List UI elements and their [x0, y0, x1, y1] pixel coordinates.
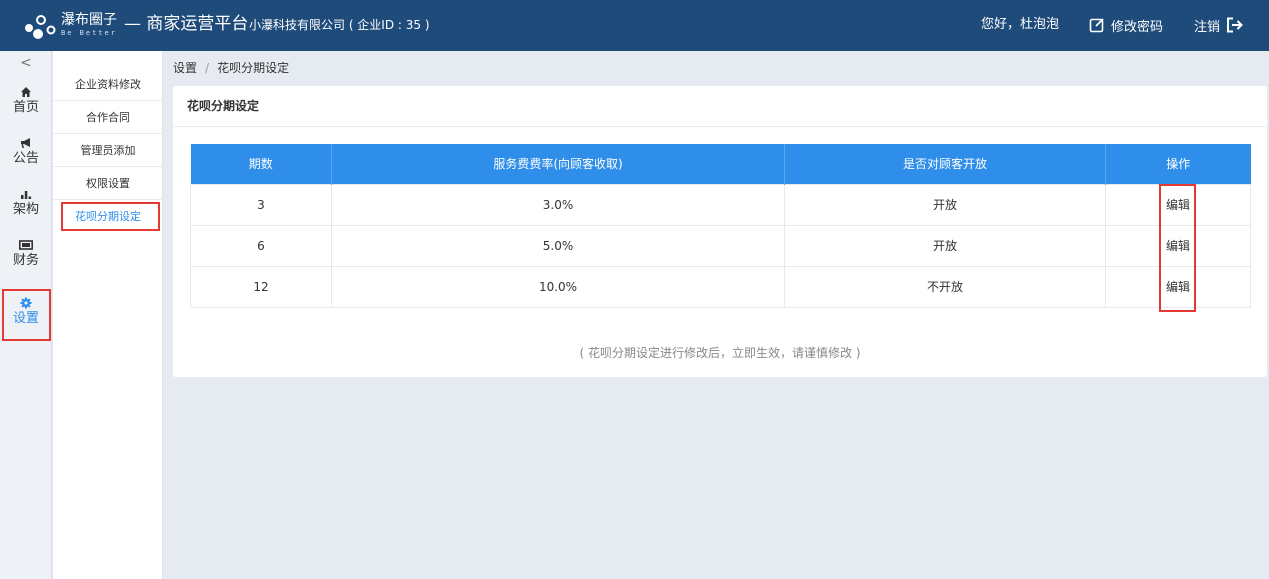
- logo-text: 瀑布圈子: [61, 12, 117, 28]
- rail-label-settings: 设置: [12, 311, 39, 326]
- rail-item-finance[interactable]: 财务: [0, 238, 52, 269]
- breadcrumb-separator: /: [205, 61, 210, 75]
- megaphone-icon: [21, 138, 30, 148]
- cell-open: 不开放: [784, 265, 1106, 308]
- card-divider: [173, 126, 1267, 127]
- logo-icon: [25, 15, 56, 39]
- logo-subtitle: Be Better: [61, 29, 117, 37]
- home-icon: [21, 87, 31, 97]
- rail-label-structure: 架构: [12, 202, 39, 217]
- rail-item-home[interactable]: 首页: [0, 85, 52, 116]
- cell-rate: 10.0%: [331, 265, 785, 308]
- breadcrumb-current: 花呗分期设定: [217, 61, 290, 75]
- edit-link[interactable]: 编辑: [1166, 280, 1190, 294]
- rail-label-home: 首页: [12, 100, 39, 115]
- table-row: 12 10.0% 不开放 编辑: [190, 265, 1251, 308]
- rail-item-settings[interactable]: 设置: [0, 296, 52, 327]
- breadcrumb: 设置 / 花呗分期设定: [173, 60, 289, 76]
- logout-label: 注销: [1194, 19, 1221, 35]
- header-rate: 服务费费率(向顾客收取): [331, 144, 785, 184]
- submenu-item-permissions[interactable]: 权限设置: [53, 167, 163, 200]
- header-action: 操作: [1105, 144, 1251, 184]
- cell-rate: 5.0%: [331, 224, 785, 267]
- edit-link[interactable]: 编辑: [1166, 239, 1190, 253]
- submenu-item-company-info[interactable]: 企业资料修改: [53, 68, 163, 101]
- card-title: 花呗分期设定: [187, 99, 260, 113]
- settings-submenu: 企业资料修改 合作合同 管理员添加 权限设置 花呗分期设定: [53, 51, 163, 579]
- top-header: 瀑布圈子 Be Better — 商家运营平台 小瀑科技有限公司 ( 企业ID …: [0, 0, 1269, 51]
- cell-open: 开放: [784, 183, 1106, 226]
- table-row: 3 3.0% 开放 编辑: [190, 183, 1251, 226]
- installment-table: 期数 服务费费率(向顾客收取) 是否对顾客开放 操作 3 3.0% 开放 编辑 …: [190, 144, 1251, 308]
- user-greeting: 您好，杜泡泡: [981, 17, 1060, 32]
- rail-item-structure[interactable]: 架构: [0, 187, 52, 218]
- rail-item-announcement[interactable]: 公告: [0, 136, 52, 167]
- change-password-button[interactable]: 修改密码: [1089, 14, 1163, 36]
- cell-action: 编辑: [1105, 265, 1251, 308]
- icon-rail: < 首页 公告 架构 财务 设置: [0, 51, 52, 579]
- submenu-item-contract[interactable]: 合作合同: [53, 101, 163, 134]
- logout-icon: [1227, 17, 1243, 33]
- logout-button[interactable]: 注销: [1194, 14, 1244, 36]
- company-info: 小瀑科技有限公司 ( 企业ID : 35 ): [249, 18, 430, 32]
- edit-icon: [1089, 18, 1104, 33]
- table-header-row: 期数 服务费费率(向顾客收取) 是否对顾客开放 操作: [190, 144, 1251, 184]
- submenu-item-installment[interactable]: 花呗分期设定: [53, 200, 163, 233]
- rail-label-finance: 财务: [12, 253, 39, 268]
- submenu-item-add-admin[interactable]: 管理员添加: [53, 134, 163, 167]
- gear-icon: [20, 297, 32, 309]
- money-icon: [19, 240, 33, 250]
- cell-rate: 3.0%: [331, 183, 785, 226]
- header-open: 是否对顾客开放: [784, 144, 1106, 184]
- change-password-label: 修改密码: [1111, 19, 1164, 35]
- cell-period: 6: [190, 224, 332, 267]
- cell-open: 开放: [784, 224, 1106, 267]
- org-chart-icon: [21, 191, 32, 199]
- cell-action: 编辑: [1105, 224, 1251, 267]
- edit-link[interactable]: 编辑: [1166, 198, 1190, 212]
- cell-period: 12: [190, 265, 332, 308]
- cell-period: 3: [190, 183, 332, 226]
- header-period: 期数: [190, 144, 332, 184]
- collapse-rail-button[interactable]: <: [0, 55, 52, 71]
- breadcrumb-root[interactable]: 设置: [173, 61, 197, 75]
- installment-card: 花呗分期设定 期数 服务费费率(向顾客收取) 是否对顾客开放 操作 3 3.0%…: [173, 86, 1267, 377]
- notice-text: ( 花呗分期设定进行修改后，立即生效，请谨慎修改 ): [579, 346, 861, 360]
- table-row: 6 5.0% 开放 编辑: [190, 224, 1251, 267]
- rail-label-announcement: 公告: [12, 151, 39, 166]
- platform-title: — 商家运营平台: [124, 14, 249, 34]
- cell-action: 编辑: [1105, 183, 1251, 226]
